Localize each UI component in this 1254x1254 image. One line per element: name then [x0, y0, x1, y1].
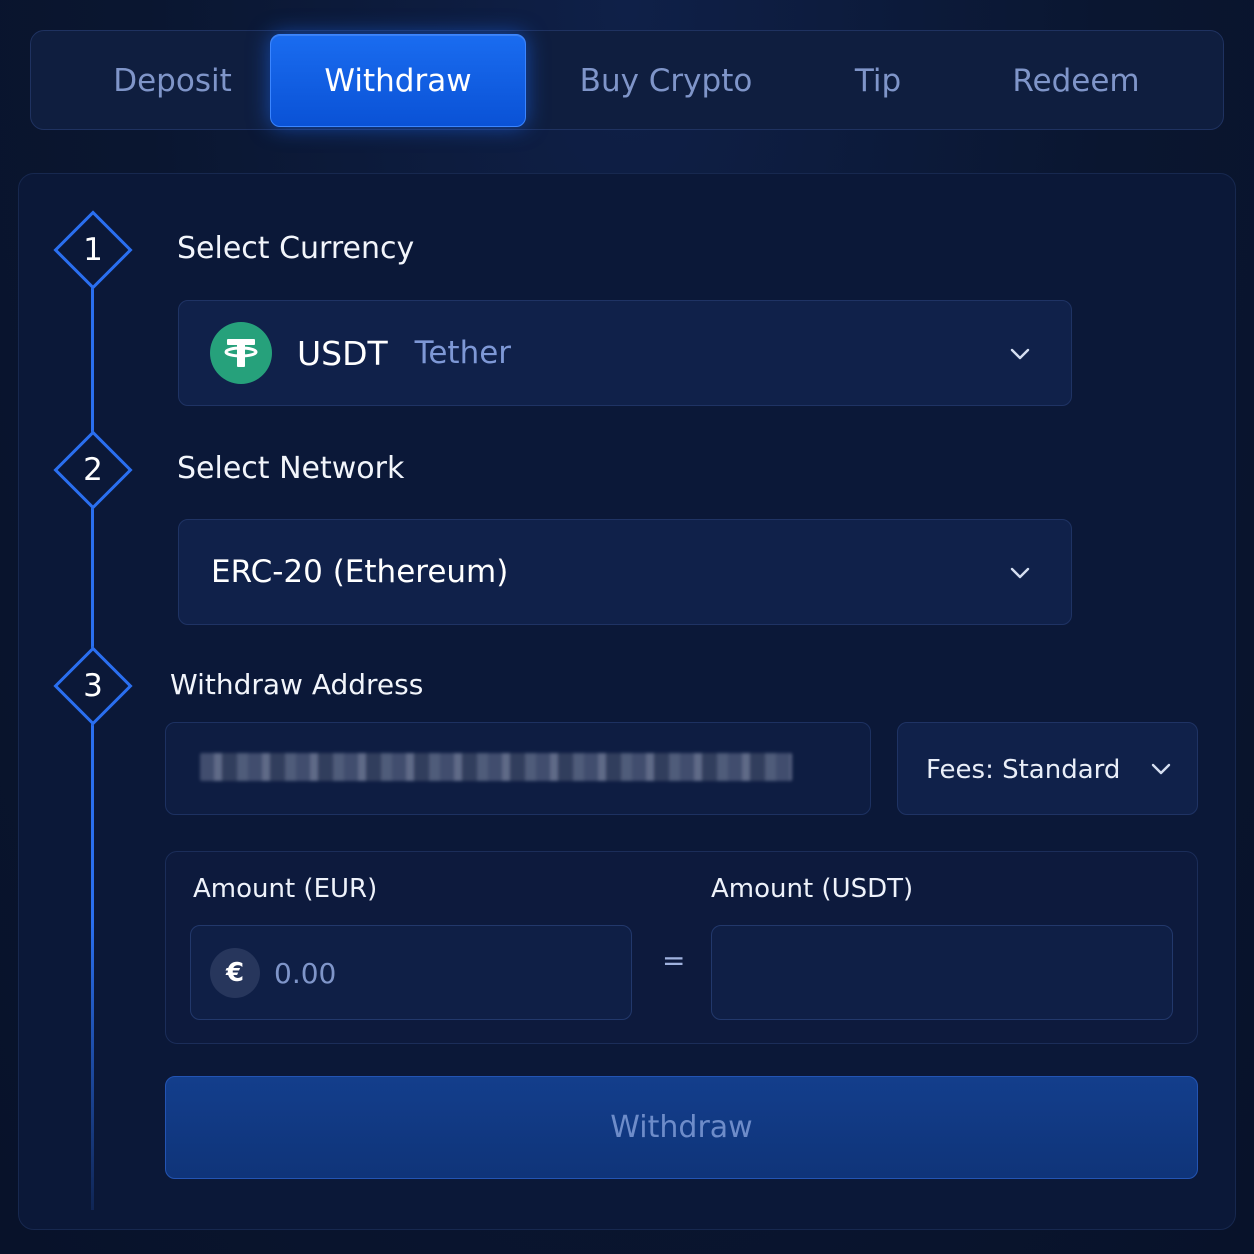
step-3-number: 3 [83, 668, 103, 704]
select-currency-title: Select Currency [177, 231, 415, 266]
chevron-down-icon [1010, 348, 1030, 360]
step-1-number: 1 [83, 232, 103, 268]
amount-eur-placeholder: 0.00 [274, 957, 337, 990]
currency-select[interactable]: USDT Tether [178, 300, 1072, 406]
amount-eur-input[interactable]: € 0.00 [190, 925, 632, 1020]
network-value: ERC-20 (Ethereum) [211, 554, 509, 590]
tab-withdraw[interactable]: Withdraw [270, 34, 526, 127]
fees-value: Fees: Standard [926, 754, 1121, 785]
chevron-down-icon [1151, 763, 1171, 775]
euro-icon: € [210, 948, 260, 998]
fees-select[interactable]: Fees: Standard [897, 722, 1198, 815]
tab-buy-crypto[interactable]: Buy Crypto [546, 34, 786, 127]
tab-tip[interactable]: Tip [803, 34, 953, 127]
step-2-number: 2 [83, 452, 103, 488]
currency-name: Tether [414, 335, 512, 371]
tether-icon [210, 322, 272, 384]
withdraw-address-input[interactable] [165, 722, 871, 815]
withdraw-address-title: Withdraw Address [170, 668, 424, 701]
amount-eur-label: Amount (EUR) [193, 874, 378, 904]
redacted-address [200, 753, 792, 781]
amount-usdt-input[interactable] [711, 925, 1173, 1020]
equals-sign: = [662, 944, 686, 977]
withdraw-button[interactable]: Withdraw [165, 1076, 1198, 1179]
network-select[interactable]: ERC-20 (Ethereum) [178, 519, 1072, 625]
amount-section: Amount (EUR) Amount (USDT) € 0.00 = [165, 851, 1198, 1044]
chevron-down-icon [1010, 567, 1030, 579]
tab-redeem[interactable]: Redeem [976, 34, 1176, 127]
amount-usdt-label: Amount (USDT) [711, 874, 914, 904]
select-network-title: Select Network [177, 451, 405, 486]
transaction-tabs: Deposit Withdraw Buy Crypto Tip Redeem [30, 30, 1224, 130]
currency-code: USDT [297, 333, 388, 373]
tab-deposit[interactable]: Deposit [50, 34, 295, 127]
steps-rail [91, 250, 94, 1210]
